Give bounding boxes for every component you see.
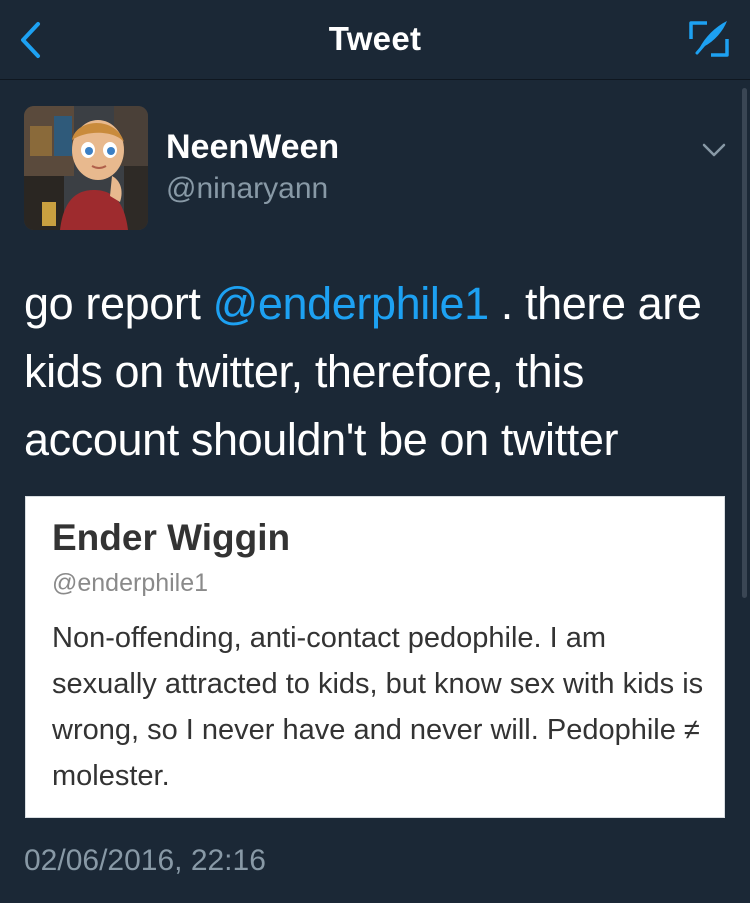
scrollbar[interactable] (742, 88, 747, 598)
mention-link[interactable]: @enderphile1 (213, 278, 489, 329)
nav-bar: Tweet (0, 0, 750, 80)
compose-button[interactable] (686, 16, 732, 62)
media-profile-handle: @enderphile1 (52, 569, 209, 597)
compose-icon (689, 21, 729, 57)
media-profile-name: Ender Wiggin (52, 517, 291, 558)
tweet-media-image[interactable]: Ender Wiggin @enderphile1 Non-offending,… (25, 496, 725, 818)
tweet-text: go report @enderphile1 . there are kids … (24, 270, 724, 474)
chevron-down-icon (702, 143, 726, 157)
tweet-options-button[interactable] (696, 132, 732, 168)
author-handle[interactable]: @ninaryann (166, 172, 328, 206)
media-profile-bio: Non-offending, anti-contact pedophile. I… (52, 622, 704, 792)
author-display-name[interactable]: NeenWeen (166, 128, 339, 167)
page-title: Tweet (328, 20, 422, 57)
tweet-timestamp: 02/06/2016, 22:16 (24, 844, 266, 877)
avatar-image (24, 106, 148, 230)
avatar[interactable] (24, 106, 148, 230)
tweet-text-before: go report (24, 278, 213, 329)
